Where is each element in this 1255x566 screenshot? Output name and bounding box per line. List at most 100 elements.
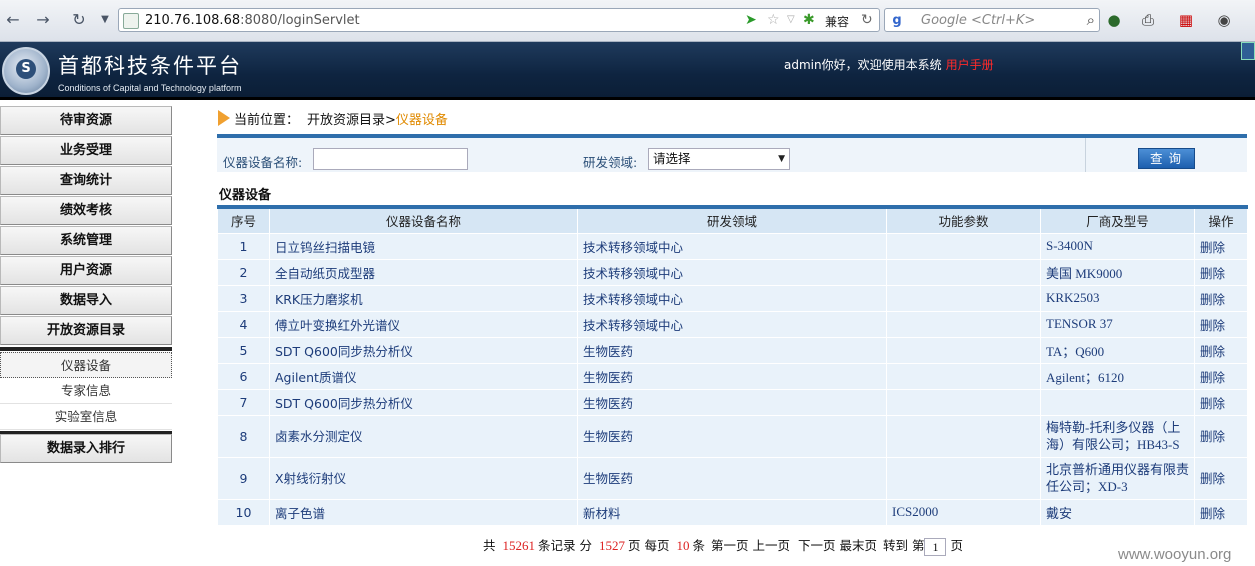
back-icon[interactable]: ← — [2, 9, 24, 31]
go-arrow-icon[interactable]: ➤ — [745, 12, 757, 28]
cell-vendor[interactable] — [1040, 388, 1195, 416]
cell-field[interactable]: 技术转移领域中心 — [577, 232, 887, 260]
search-panel: 仪器设备名称: 研发领域: 请选择 ▼ 查询 — [217, 134, 1247, 172]
user-manual-link[interactable]: 用户手册 — [946, 58, 994, 72]
cell-delete[interactable]: 删除 — [1194, 310, 1248, 338]
sidebar-item-system[interactable]: 系统管理 — [0, 226, 172, 255]
sidebar-item-business[interactable]: 业务受理 — [0, 136, 172, 165]
cell-name[interactable]: 傅立叶变换红外光谱仪 — [269, 310, 578, 338]
pagination: 共 15261 条记录 分 1527 页 每页 10 条 第一页 上一页 下一页 最末页 … — [483, 535, 963, 556]
cell-field[interactable]: 新材料 — [577, 498, 887, 526]
address-bar[interactable]: 210.76.108.68:8080/loginServlet ➤ ☆ ▽ ✱ … — [118, 8, 880, 32]
cell-vendor[interactable]: 梅特勒-托利多仪器（上海）有限公司；HB43-S — [1040, 414, 1195, 458]
app-icon[interactable]: ▦ — [1176, 10, 1196, 30]
cell-vendor[interactable]: 美国 MK9000 — [1040, 258, 1195, 286]
cell-field[interactable]: 生物医药 — [577, 362, 887, 390]
pager-next-link[interactable]: 下一页 — [798, 538, 836, 553]
google-icon[interactable]: g — [889, 13, 905, 29]
reload-icon[interactable]: ↻ — [68, 9, 90, 31]
cell-name[interactable]: 离子色谱 — [269, 498, 578, 526]
cell-name[interactable]: KRK压力磨浆机 — [269, 284, 578, 312]
breadcrumb-parent[interactable]: 开放资源目录> — [307, 113, 396, 128]
history-dropdown-icon[interactable]: ▼ — [94, 9, 116, 31]
search-bar[interactable]: g Google <Ctrl+K> ⌕ — [884, 8, 1100, 32]
pager-first-link[interactable]: 第一页 — [711, 538, 749, 553]
cell-name[interactable]: 卤素水分测定仪 — [269, 414, 578, 458]
cell-vendor[interactable]: KRK2503 — [1040, 284, 1195, 312]
pager-pages-suffix: 页 每页 — [627, 538, 670, 553]
site-identity-icon[interactable] — [123, 13, 139, 29]
sidebar-item-data-import[interactable]: 数据导入 — [0, 286, 172, 315]
cell-name[interactable]: X射线衍射仪 — [269, 456, 578, 500]
sidebar-item-users[interactable]: 用户资源 — [0, 256, 172, 285]
search-icon[interactable]: ⌕ — [1087, 11, 1095, 29]
compat-mode-label[interactable]: 兼容 — [825, 13, 849, 30]
submenu-item-labs[interactable]: 实验室信息 — [0, 404, 172, 430]
url-dropdown-icon[interactable]: ▽ — [787, 12, 795, 28]
cell-no: 5 — [217, 336, 270, 364]
table-row: 5 SDT Q600同步热分析仪 生物医药 TA；Q600 删除 — [217, 336, 1248, 364]
cell-field[interactable]: 生物医药 — [577, 388, 887, 416]
cell-name[interactable]: Agilent质谱仪 — [269, 362, 578, 390]
query-button[interactable]: 查询 — [1138, 148, 1195, 169]
instrument-name-input[interactable] — [313, 148, 468, 170]
submenu-item-instruments[interactable]: 仪器设备 — [0, 352, 172, 378]
cell-vendor[interactable]: TA；Q600 — [1040, 336, 1195, 364]
table-row: 4 傅立叶变换红外光谱仪 技术转移领域中心 TENSOR 37 删除 — [217, 310, 1248, 338]
cell-delete[interactable]: 删除 — [1194, 414, 1248, 458]
print-icon[interactable]: ⎙ — [1138, 10, 1158, 30]
pager-records-suffix: 条记录 分 — [538, 538, 592, 553]
section-title: 仪器设备 — [219, 188, 272, 203]
submenu-item-experts[interactable]: 专家信息 — [0, 378, 172, 404]
cell-vendor[interactable]: Agilent；6120 — [1040, 362, 1195, 390]
addon-icon[interactable]: ● — [1104, 10, 1124, 30]
cell-vendor[interactable]: TENSOR 37 — [1040, 310, 1195, 338]
cell-vendor[interactable]: 戴安 — [1040, 498, 1195, 526]
cell-field[interactable]: 生物医药 — [577, 336, 887, 364]
cell-name[interactable]: SDT Q600同步热分析仪 — [269, 336, 578, 364]
extension-puzzle-icon[interactable]: ✱ — [803, 12, 815, 28]
cell-delete[interactable]: 删除 — [1194, 336, 1248, 364]
cell-params — [886, 232, 1041, 260]
table-row: 1 日立钨丝扫描电镜 技术转移领域中心 S-3400N 删除 — [217, 232, 1248, 260]
platform-logo: S — [2, 47, 50, 95]
breadcrumb-current: 仪器设备 — [395, 113, 448, 128]
refresh-icon[interactable]: ↻ — [861, 12, 873, 28]
cell-field[interactable]: 技术转移领域中心 — [577, 258, 887, 286]
cell-field[interactable]: 技术转移领域中心 — [577, 284, 887, 312]
cell-field[interactable]: 生物医药 — [577, 456, 887, 500]
cell-field[interactable]: 技术转移领域中心 — [577, 310, 887, 338]
cell-vendor[interactable]: 北京普析通用仪器有限责任公司；XD-3 — [1040, 456, 1195, 500]
cell-delete[interactable]: 删除 — [1194, 258, 1248, 286]
cell-delete[interactable]: 删除 — [1194, 388, 1248, 416]
cell-no: 10 — [217, 498, 270, 526]
pager-total-records: 15261 — [502, 538, 536, 553]
cell-delete[interactable]: 删除 — [1194, 498, 1248, 526]
site-title: 首都科技条件平台 — [58, 54, 242, 78]
sidebar-item-performance[interactable]: 绩效考核 — [0, 196, 172, 225]
cell-delete[interactable]: 删除 — [1194, 456, 1248, 500]
cell-delete[interactable]: 删除 — [1194, 362, 1248, 390]
cell-name[interactable]: SDT Q600同步热分析仪 — [269, 388, 578, 416]
cell-name[interactable]: 日立钨丝扫描电镜 — [269, 232, 578, 260]
open-resources-submenu: 仪器设备 专家信息 实验室信息 — [0, 347, 172, 435]
pager-last-link[interactable]: 最末页 — [839, 538, 877, 553]
cell-name[interactable]: 全自动纸页成型器 — [269, 258, 578, 286]
page-number-input[interactable]: 1 — [924, 537, 947, 556]
sidebar-item-data-ranking[interactable]: 数据录入排行 — [0, 434, 172, 463]
url-text[interactable]: 210.76.108.68:8080/loginServlet — [145, 13, 360, 28]
cell-field[interactable]: 生物医药 — [577, 414, 887, 458]
table-row: 2 全自动纸页成型器 技术转移领域中心 美国 MK9000 删除 — [217, 258, 1248, 286]
sidebar-item-open-resources[interactable]: 开放资源目录 — [0, 316, 172, 345]
header-edge-tab[interactable] — [1241, 42, 1255, 60]
cell-vendor[interactable]: S-3400N — [1040, 232, 1195, 260]
palette-icon[interactable]: ◉ — [1214, 10, 1234, 30]
sidebar-item-statistics[interactable]: 查询统计 — [0, 166, 172, 195]
cell-delete[interactable]: 删除 — [1194, 232, 1248, 260]
cell-delete[interactable]: 删除 — [1194, 284, 1248, 312]
forward-icon[interactable]: → — [32, 9, 54, 31]
pager-prev-link[interactable]: 上一页 — [752, 538, 790, 553]
sidebar-item-pending-resources[interactable]: 待审资源 — [0, 106, 172, 135]
research-field-select[interactable]: 请选择 ▼ — [648, 148, 790, 170]
bookmark-star-icon[interactable]: ☆ — [767, 12, 780, 28]
